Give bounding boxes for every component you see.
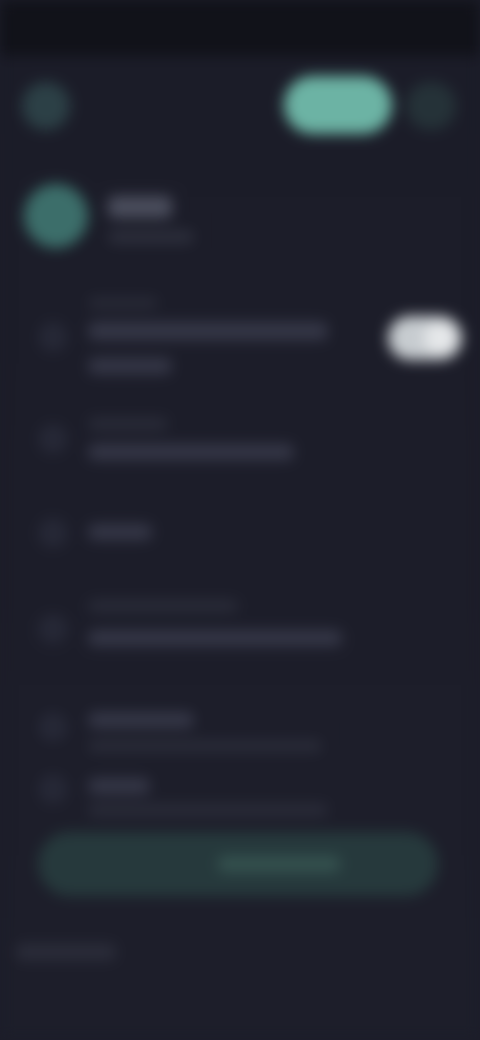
row-toggle[interactable] [388, 316, 462, 360]
row-icon [38, 774, 68, 804]
row-icon [38, 712, 68, 742]
row-title [88, 322, 328, 340]
back-icon[interactable] [22, 82, 70, 130]
status-bar [0, 0, 480, 56]
avatar [24, 184, 88, 248]
continue-button-label [218, 856, 340, 872]
more-options-button[interactable] [406, 82, 456, 130]
profile-subtitle [108, 230, 194, 244]
footer-text [16, 944, 116, 960]
row-subtitle [88, 444, 294, 460]
row-subtitle [88, 804, 328, 816]
row-overline [88, 298, 158, 308]
profile-name [108, 196, 172, 218]
row-icon [38, 518, 68, 548]
row-subtitle [88, 358, 172, 374]
row-subtitle [88, 630, 342, 646]
row-icon [38, 424, 68, 454]
row-title [88, 418, 168, 430]
primary-action-button[interactable] [284, 76, 392, 134]
row-icon [38, 614, 68, 644]
row-title [88, 600, 238, 612]
row-title [88, 524, 152, 540]
row-title [88, 778, 150, 794]
row-title [88, 712, 194, 728]
toggle-knob [424, 322, 456, 354]
continue-button[interactable] [38, 832, 438, 896]
blurred-screen [0, 0, 480, 1040]
row-icon [38, 322, 68, 352]
row-subtitle [88, 740, 322, 752]
